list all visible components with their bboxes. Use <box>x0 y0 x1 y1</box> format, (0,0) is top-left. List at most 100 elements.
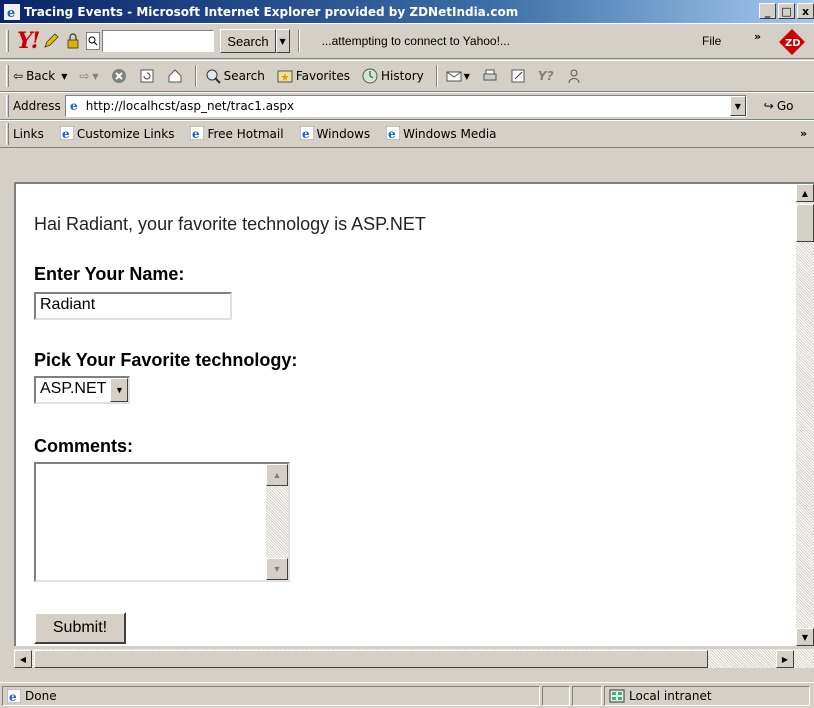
address-dropdown[interactable]: ▼ <box>729 96 746 116</box>
link-label: Customize Links <box>76 127 175 141</box>
scroll-down-icon[interactable]: ▼ <box>266 558 288 580</box>
scroll-up-icon[interactable]: ▲ <box>266 464 288 486</box>
lock-icon[interactable] <box>64 32 82 50</box>
status-security-cell <box>572 685 602 706</box>
page-horizontal-scrollbar[interactable]: ◀ ▶ <box>14 648 814 668</box>
links-toolbar: Links e Customize Links e Free Hotmail e… <box>0 120 814 148</box>
ie-page-icon: e <box>189 125 205 143</box>
back-arrow-icon: ⇦ <box>13 69 24 83</box>
history-icon <box>362 68 378 84</box>
toolbar-grip[interactable] <box>6 65 9 87</box>
yahoo-search-input[interactable] <box>102 30 215 52</box>
ie-page-icon: e <box>385 125 401 143</box>
mail-icon <box>446 71 462 82</box>
maximize-button[interactable]: □ <box>778 3 795 19</box>
history-button[interactable]: History <box>362 68 424 84</box>
links-more-chevron[interactable]: » <box>800 127 807 140</box>
search-icon <box>205 68 221 84</box>
more-chevron[interactable]: » <box>754 30 761 43</box>
ie-page-icon: e <box>67 97 82 115</box>
page-vertical-scrollbar[interactable]: ▲ ▼ <box>796 184 814 646</box>
toolbar-separator <box>297 30 300 52</box>
magnifier-small-icon[interactable] <box>86 32 101 50</box>
title-bar[interactable]: e Tracing Events - Microsoft Internet Ex… <box>0 0 814 23</box>
technology-label: Pick Your Favorite technology: <box>34 350 298 370</box>
status-text-cell: e Done <box>2 685 540 706</box>
ie-app-icon[interactable]: e <box>4 3 20 21</box>
vertical-scroll-thumb[interactable] <box>796 204 814 242</box>
forward-button[interactable]: ⇨ ▼ <box>79 69 98 83</box>
yahoo-search-dropdown[interactable]: ▼ <box>275 29 290 53</box>
zdnet-logo-icon[interactable]: ZD <box>778 28 806 56</box>
link-windows[interactable]: e Windows <box>299 125 371 143</box>
greeting-text: Hai Radiant, your favorite technology is… <box>34 214 426 234</box>
status-text: Done <box>25 688 57 703</box>
svg-text:e: e <box>192 127 200 140</box>
minimize-button[interactable]: _ <box>759 3 776 19</box>
stop-icon <box>111 69 126 83</box>
stop-button[interactable] <box>111 68 127 84</box>
home-button[interactable] <box>167 68 183 84</box>
comments-textarea[interactable]: ▲ ▼ <box>34 462 290 582</box>
horizontal-scroll-thumb[interactable] <box>34 650 708 668</box>
address-input[interactable]: e http://localhcst/asp_net/trac1.aspx <box>64 95 747 117</box>
submit-button[interactable]: Submit! <box>34 612 126 644</box>
scroll-left-icon[interactable]: ◀ <box>14 650 32 668</box>
yahoo-search-button[interactable]: Search <box>220 29 276 53</box>
chevron-down-icon: ▼ <box>734 101 741 111</box>
comments-scrollbar[interactable]: ▲ ▼ <box>266 464 288 580</box>
history-label: History <box>381 69 424 83</box>
messenger-button[interactable] <box>566 68 582 84</box>
yahoo-logo[interactable]: Y! <box>17 28 40 54</box>
go-label: Go <box>776 99 794 113</box>
svg-text:e: e <box>70 99 78 112</box>
yahoo-small-icon: Y? <box>537 69 554 83</box>
go-button[interactable]: ↪ Go <box>764 99 794 113</box>
links-label: Links <box>13 127 44 141</box>
status-bar: e Done Local intranet <box>0 682 814 708</box>
link-label: Windows Media <box>403 127 497 141</box>
chevron-down-icon: ▼ <box>463 71 470 81</box>
scroll-down-icon[interactable]: ▼ <box>796 628 814 646</box>
messenger-person-icon <box>568 69 580 84</box>
toolbar-grip[interactable] <box>6 30 9 52</box>
yahoo-messenger-button[interactable]: Y? <box>538 69 554 83</box>
favorites-button[interactable]: Favorites <box>277 68 350 84</box>
intranet-icon <box>609 689 625 703</box>
mail-button[interactable]: ▼ <box>446 68 470 84</box>
chevron-down-icon: ▼ <box>61 71 68 81</box>
toolbar-grip[interactable] <box>6 123 9 145</box>
back-label: Back <box>26 69 56 83</box>
link-customize-links[interactable]: e Customize Links <box>59 125 175 143</box>
address-label: Address <box>13 99 61 113</box>
svg-text:e: e <box>302 127 310 140</box>
print-button[interactable] <box>482 68 498 84</box>
go-arrow-icon: ↪ <box>763 99 774 113</box>
technology-select[interactable]: ASP.NET ▼ <box>34 376 131 404</box>
link-windows-media[interactable]: e Windows Media <box>385 125 497 143</box>
close-button[interactable]: x <box>797 3 814 19</box>
name-input[interactable]: Radiant <box>34 292 232 320</box>
search-button[interactable]: Search <box>205 68 265 84</box>
file-menu[interactable]: File <box>702 34 721 48</box>
home-icon <box>168 69 182 83</box>
chevron-down-icon[interactable]: ▼ <box>110 378 129 402</box>
edit-icon <box>511 69 525 83</box>
pencil-icon[interactable] <box>42 32 60 50</box>
link-free-hotmail[interactable]: e Free Hotmail <box>189 125 284 143</box>
link-label: Free Hotmail <box>207 127 284 141</box>
web-page: Hai Radiant, your favorite technology is… <box>16 184 796 646</box>
edit-button[interactable] <box>510 68 526 84</box>
scroll-up-icon[interactable]: ▲ <box>796 184 814 202</box>
chevron-down-icon: ▼ <box>92 71 99 81</box>
refresh-button[interactable] <box>139 68 155 84</box>
status-progress-cell <box>542 685 570 706</box>
scroll-right-icon[interactable]: ▶ <box>776 650 794 668</box>
toolbar-grip[interactable] <box>6 95 9 117</box>
favorites-icon <box>277 68 293 84</box>
link-label: Windows <box>316 127 371 141</box>
yahoo-toolbar: Y! Search ▼ ...attempting to connect to … <box>0 23 814 59</box>
back-button[interactable]: ⇦ Back ▼ <box>13 69 67 83</box>
comments-label: Comments: <box>34 436 134 456</box>
window-title: Tracing Events - Microsoft Internet Expl… <box>24 4 519 19</box>
